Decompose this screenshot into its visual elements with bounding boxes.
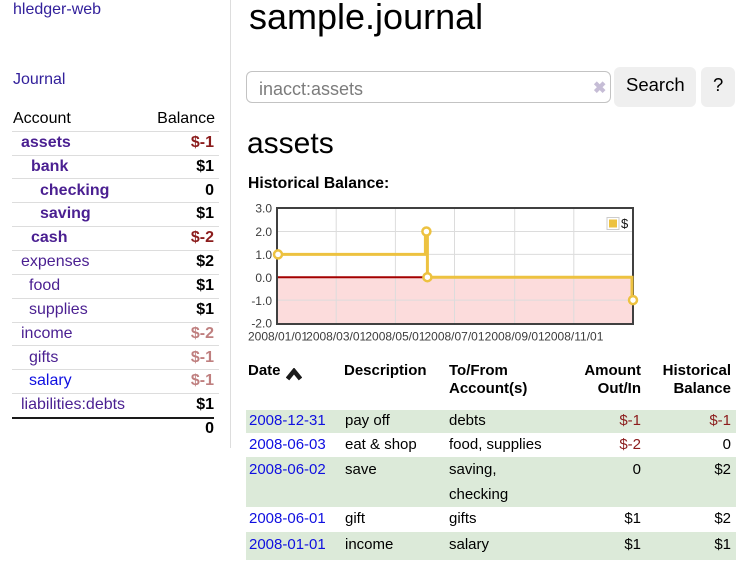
svg-text:1.0: 1.0 [255, 248, 272, 262]
svg-text:3.0: 3.0 [255, 202, 272, 216]
svg-text:2008/05/01: 2008/05/01 [365, 330, 425, 344]
svg-text:2008/11/01: 2008/11/01 [544, 330, 603, 344]
svg-text:2008/01/01: 2008/01/01 [248, 330, 308, 344]
svg-text:2008/09/01: 2008/09/01 [485, 330, 545, 344]
svg-text:2.0: 2.0 [255, 225, 272, 239]
svg-text:$: $ [621, 216, 629, 231]
svg-text:-1.0: -1.0 [251, 294, 272, 308]
svg-text:2008/03/01: 2008/03/01 [306, 330, 366, 344]
svg-text:2008/07/01: 2008/07/01 [424, 330, 484, 344]
svg-text:0.0: 0.0 [255, 271, 272, 285]
